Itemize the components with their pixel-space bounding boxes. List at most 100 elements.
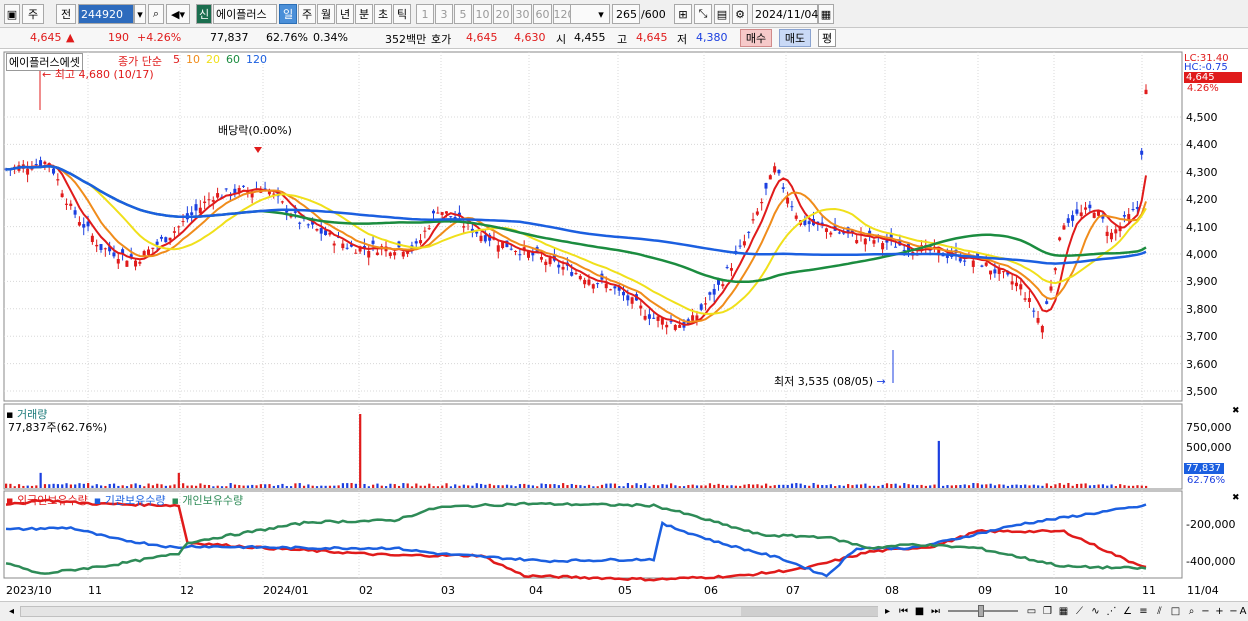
sell-button[interactable]: 매도: [779, 29, 811, 47]
volume-bar: [920, 484, 923, 488]
zoom-out-icon[interactable]: −: [1198, 604, 1213, 619]
volume-bar: [134, 483, 137, 488]
volume-bar: [207, 485, 211, 488]
scrollbar-track[interactable]: [20, 606, 878, 617]
font-size-icon[interactable]: A: [1238, 604, 1248, 619]
candle-body: [1036, 317, 1040, 323]
scrollbar-thumb[interactable]: [741, 607, 878, 616]
candle-body: [1140, 150, 1144, 155]
volume-bar: [61, 484, 64, 488]
candle-body: [224, 188, 228, 190]
candle-type-icon[interactable]: ⊞: [674, 4, 692, 24]
interval-tab-10[interactable]: 10: [473, 4, 492, 24]
volume-bar: [1119, 484, 1122, 488]
candle-body: [673, 325, 677, 330]
volume-bar: [264, 484, 267, 488]
zoom-in-icon[interactable]: +: [1212, 604, 1227, 619]
stock-chart[interactable]: [0, 50, 1248, 601]
tool-box-icon[interactable]: □: [1168, 604, 1183, 619]
stop-icon[interactable]: ■: [912, 604, 927, 619]
period-main-select[interactable]: 주: [22, 4, 44, 24]
price-tick: 3,600: [1186, 357, 1218, 371]
period-tab-5[interactable]: 초: [374, 4, 392, 24]
tool-wave-icon[interactable]: ∿: [1088, 604, 1103, 619]
volume-bar: [523, 483, 526, 488]
volume-bar: [484, 484, 487, 488]
gear-icon[interactable]: ⚙: [732, 4, 748, 24]
volume-bar: [851, 485, 854, 488]
rewind-icon[interactable]: ⏮: [896, 604, 911, 619]
current-price-tag: 4,645: [1184, 72, 1242, 83]
code-dropdown-icon[interactable]: ▾: [134, 4, 146, 24]
holdings-legend: ▪ 외국인보유수량 ▪ 기관보유수량 ▪ 개인보유수량: [6, 492, 243, 508]
tool-fib-icon[interactable]: ≡: [1136, 604, 1151, 619]
tool-table-icon[interactable]: ▦: [1056, 604, 1071, 619]
search-icon[interactable]: ⌕: [148, 4, 164, 24]
interval-tab-1[interactable]: 1: [416, 4, 434, 24]
volume-bar: [769, 485, 772, 488]
calendar-icon[interactable]: ▦: [818, 4, 834, 24]
candle-body: [427, 228, 431, 230]
volume-bar: [13, 486, 16, 488]
interval-tab-30[interactable]: 30: [513, 4, 532, 24]
fast-forward-icon[interactable]: ⏭: [928, 604, 943, 619]
speaker-icon[interactable]: ◀▾: [166, 4, 190, 24]
window-menu-icon[interactable]: ▣: [4, 4, 20, 24]
volume-bar: [803, 485, 807, 488]
candle-body: [1002, 271, 1005, 273]
period-tab-4[interactable]: 분: [355, 4, 373, 24]
period-tab-1[interactable]: 주: [298, 4, 316, 24]
interval-tab-20[interactable]: 20: [493, 4, 512, 24]
volume-bar: [43, 484, 47, 488]
candle-body: [574, 273, 578, 275]
period-tab-0[interactable]: 일: [279, 4, 297, 24]
chart-area[interactable]: 에이플러스에셋 종가 단순 5 10 20 60 120 ← 최고 4,680 (10/…: [0, 50, 1248, 621]
interval-tab-3[interactable]: 3: [435, 4, 453, 24]
zoom-slider-handle[interactable]: [978, 605, 984, 617]
volume-bar: [834, 486, 837, 488]
tool-rect-icon[interactable]: ▭: [1024, 604, 1039, 619]
tool-angle-icon[interactable]: ∠: [1120, 604, 1135, 619]
candle-body: [401, 251, 405, 257]
volume-bar: [1006, 485, 1010, 488]
prev-button[interactable]: 전: [56, 4, 76, 24]
candle-body: [1084, 207, 1088, 210]
volume-bar: [1037, 485, 1040, 488]
volume-bar: [238, 485, 241, 488]
date-input[interactable]: 2024/11/04: [752, 4, 818, 24]
tool-copy-icon[interactable]: ❐: [1040, 604, 1055, 619]
scroll-left-icon[interactable]: ◂: [4, 604, 19, 619]
candle-body: [1019, 284, 1023, 290]
tool-channel-icon[interactable]: ⫽: [1152, 604, 1167, 619]
buy-button[interactable]: 매수: [740, 29, 772, 47]
average-button[interactable]: 평: [818, 29, 836, 47]
candle-body: [423, 230, 427, 232]
interval-tab-5[interactable]: 5: [454, 4, 472, 24]
bar-count-input[interactable]: 265: [612, 4, 640, 24]
volume-bar: [1071, 485, 1074, 488]
volume-bar: [557, 485, 560, 488]
volume-bar: [17, 484, 21, 488]
zoom-slider[interactable]: [948, 605, 1018, 617]
candle-body: [242, 185, 245, 187]
period-tab-6[interactable]: 틱: [393, 4, 411, 24]
tool-line-icon[interactable]: ⟋: [1072, 604, 1087, 619]
stock-code-input[interactable]: 244920: [78, 4, 134, 24]
date-tick: 04: [529, 584, 543, 597]
candle-body: [216, 193, 220, 198]
dividend-annotation: 배당락(0.00%): [218, 124, 292, 137]
volume-bar: [445, 483, 448, 488]
holdings-panel-close-icon[interactable]: ✖: [1232, 493, 1240, 503]
tool-trend-icon[interactable]: ⋰: [1104, 604, 1119, 619]
interval-tab-60[interactable]: 60: [533, 4, 552, 24]
scroll-right-icon[interactable]: ▸: [880, 604, 895, 619]
period-tab-3[interactable]: 년: [336, 4, 354, 24]
interval-dropdown-icon[interactable]: ▾: [594, 4, 608, 24]
compare-icon[interactable]: ⤡: [694, 4, 712, 24]
volume-panel-close-icon[interactable]: ✖: [1232, 406, 1240, 416]
save-icon[interactable]: ▤: [714, 4, 730, 24]
price-tick: 3,500: [1186, 385, 1218, 398]
period-tab-2[interactable]: 월: [317, 4, 335, 24]
candle-body: [69, 203, 73, 206]
zoom-search-icon[interactable]: ⌕: [1184, 604, 1199, 619]
